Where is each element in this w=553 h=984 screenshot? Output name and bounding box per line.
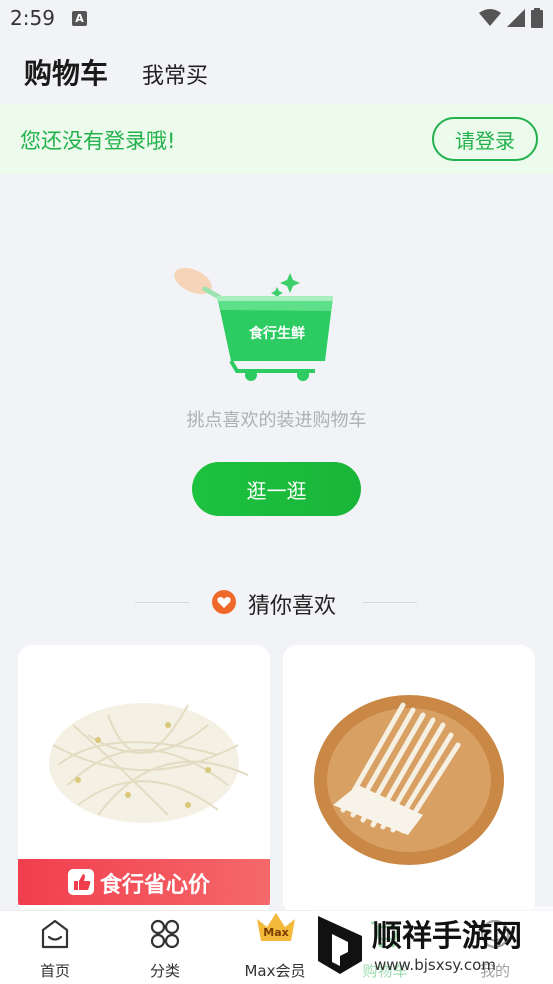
crown-badge-text: Max <box>263 926 288 939</box>
home-icon <box>41 919 69 949</box>
heart-icon <box>212 590 236 614</box>
divider-right <box>363 602 417 603</box>
crown-icon: Max <box>257 913 295 941</box>
wifi-icon <box>479 9 501 26</box>
tab-frequent-buy[interactable]: 我常买 <box>142 58 208 90</box>
empty-cart-illustration: 食行生鲜 <box>174 267 333 381</box>
login-prompt-text: 您还没有登录哦! <box>20 129 176 153</box>
category-icon <box>150 919 180 949</box>
battery-icon <box>531 8 543 28</box>
bottom-tab-bar: 首页 分类 Max Max会员 购物车 我的 <box>0 910 553 984</box>
tab-profile[interactable]: 我的 <box>440 911 550 984</box>
tab-category[interactable]: 分类 <box>110 911 220 984</box>
status-time: 2:59 <box>10 6 55 30</box>
product-image-bean-sprouts <box>49 703 249 823</box>
notification-icon: A <box>72 11 87 26</box>
price-banner: 食行省心价 <box>18 859 270 905</box>
tab-home[interactable]: 首页 <box>0 911 110 984</box>
page-title: 购物车 <box>24 57 109 90</box>
divider-left <box>135 602 189 603</box>
tab-home-label: 首页 <box>39 962 70 980</box>
browse-button[interactable]: 逛一逛 <box>192 462 361 516</box>
tab-profile-label: 我的 <box>479 962 510 980</box>
status-bar: 2:59 A <box>0 0 553 38</box>
profile-icon <box>480 919 510 949</box>
product-image-enoki-mushroom <box>314 695 504 865</box>
product-card-bean-sprouts[interactable]: 食行省心价 <box>18 645 270 915</box>
login-banner: 您还没有登录哦! 请登录 <box>0 104 553 174</box>
product-card-enoki-mushroom[interactable] <box>283 645 535 915</box>
empty-cart-message: 挑点喜欢的装进购物车 <box>186 410 367 431</box>
price-banner-text: 食行省心价 <box>100 873 211 898</box>
login-button[interactable]: 请登录 <box>432 117 538 161</box>
tab-cart-label: 购物车 <box>362 962 408 980</box>
tab-max-member-label: Max会员 <box>244 962 306 980</box>
recommend-title: 猜你喜欢 <box>248 594 337 619</box>
tab-cart[interactable]: 购物车 <box>330 911 440 984</box>
page-header: 购物车 我常买 <box>0 38 553 104</box>
thumbs-up-icon <box>68 869 94 895</box>
signal-icon <box>507 9 525 27</box>
tab-category-label: 分类 <box>149 962 180 980</box>
cart-icon <box>371 921 400 948</box>
cart-logo-text: 食行生鲜 <box>249 325 305 342</box>
status-indicators <box>479 8 543 28</box>
tab-max-member[interactable]: Max Max会员 <box>220 911 330 984</box>
recommend-header: 猜你喜欢 <box>0 586 553 620</box>
